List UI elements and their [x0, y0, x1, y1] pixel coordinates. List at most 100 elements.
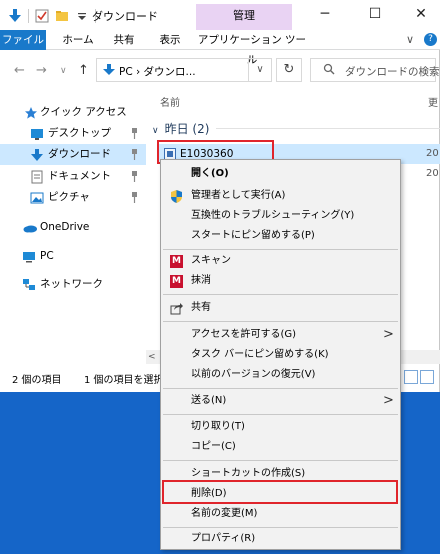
download-folder-icon — [30, 148, 44, 162]
pictures-folder-icon — [30, 191, 44, 205]
menu-item-give-access[interactable]: アクセスを許可する(G) > — [161, 325, 400, 345]
mcafee-icon: M — [170, 275, 183, 288]
menu-separator — [163, 414, 398, 415]
nav-item-pc[interactable]: PC — [0, 246, 146, 267]
documents-folder-icon — [30, 170, 44, 184]
nav-item-downloads[interactable]: ダウンロード — [0, 144, 146, 165]
menu-item-open[interactable]: 開く(O) — [161, 164, 400, 184]
nav-item-quick-access[interactable]: クイック アクセス — [0, 102, 146, 123]
menu-separator — [163, 321, 398, 322]
pin-icon — [130, 187, 139, 213]
download-location-icon — [103, 64, 115, 79]
menu-item-restore-previous-versions[interactable]: 以前のバージョンの復元(V) — [161, 365, 400, 385]
nav-item-network[interactable]: ネットワーク — [0, 274, 146, 295]
menu-item-properties[interactable]: プロパティ(R) — [161, 529, 400, 549]
menu-item-send-to[interactable]: 送る(N) > — [161, 391, 400, 411]
window-title: ダウンロード — [92, 10, 158, 23]
expand-ribbon-button[interactable]: ∨ — [406, 33, 414, 46]
address-bar[interactable]: PC › ダウンロ... — [96, 58, 272, 82]
nav-item-label: ピクチャ — [48, 191, 90, 203]
menu-item-copy[interactable]: コピー(C) — [161, 437, 400, 457]
menu-item-label: 互換性のトラブルシューティング(Y) — [191, 210, 355, 221]
column-header-name[interactable]: 名前 — [160, 94, 180, 109]
network-icon — [22, 278, 36, 292]
download-arrow-icon[interactable] — [8, 9, 22, 23]
nav-item-desktop[interactable]: デスクトップ — [0, 123, 146, 144]
menu-item-troubleshoot-compatibility[interactable]: 互換性のトラブルシューティング(Y) — [161, 206, 400, 226]
selected-count: 1 個の項目を選択 — [84, 375, 160, 386]
file-date: 20 — [426, 148, 439, 159]
menu-item-label: スタートにピン留めする(P) — [191, 230, 315, 241]
address-dropdown-button[interactable]: ∨ — [248, 58, 272, 82]
customize-toolbar-icon[interactable] — [75, 9, 89, 23]
details-view-button[interactable] — [404, 370, 418, 384]
menu-item-label: 管理者として実行(A) — [191, 190, 286, 201]
menu-item-label: 以前のバージョンの復元(V) — [191, 369, 316, 380]
menu-item-run-as-admin[interactable]: 管理者として実行(A) — [161, 186, 400, 206]
nav-item-label: OneDrive — [40, 221, 90, 233]
tab-share[interactable]: 共有 — [104, 30, 144, 50]
column-header-modified[interactable]: 更 — [428, 94, 438, 109]
menu-item-share[interactable]: 共有 — [161, 298, 400, 318]
menu-separator — [163, 294, 398, 295]
menu-separator — [163, 460, 398, 461]
group-header-yesterday[interactable]: ∨ 昨日 (2) — [152, 120, 209, 137]
back-button[interactable]: ← — [14, 63, 25, 78]
tab-home[interactable]: ホーム — [56, 30, 100, 50]
menu-item-pin-to-taskbar[interactable]: タスク バーにピン留めする(K) — [161, 345, 400, 365]
mcafee-icon: M — [170, 255, 183, 268]
recent-locations-button[interactable]: ∨ — [60, 66, 67, 76]
large-icons-view-button[interactable] — [420, 370, 434, 384]
menu-item-cut[interactable]: 切り取り(T) — [161, 417, 400, 437]
menu-item-pin-to-start[interactable]: スタートにピン留めする(P) — [161, 226, 400, 246]
menu-separator — [163, 527, 398, 528]
menu-separator — [163, 249, 398, 250]
search-box[interactable]: ダウンロードの検索 — [310, 58, 440, 82]
nav-item-label: ネットワーク — [40, 278, 103, 290]
nav-item-label: PC — [40, 250, 54, 262]
menu-item-label: プロパティ(R) — [191, 533, 256, 544]
uac-shield-icon — [170, 190, 183, 203]
menu-item-label: 送る(N) — [191, 395, 227, 406]
scroll-left-button[interactable]: < — [148, 350, 156, 364]
submenu-arrow-icon: > — [383, 327, 394, 342]
refresh-button[interactable]: ↻ — [276, 58, 302, 82]
nav-item-documents[interactable]: ドキュメント — [0, 166, 146, 187]
forward-button[interactable]: → — [36, 63, 47, 78]
nav-item-onedrive[interactable]: OneDrive — [0, 217, 146, 238]
nav-item-label: クイック アクセス — [40, 106, 127, 118]
tab-file[interactable]: ファイル — [0, 30, 46, 50]
close-button[interactable]: ✕ — [398, 0, 440, 30]
help-button[interactable]: ? — [424, 33, 437, 46]
menu-item-label: 開く(O) — [191, 168, 229, 179]
search-input[interactable]: ダウンロードの検索 — [345, 64, 440, 79]
menu-separator — [163, 388, 398, 389]
ribbon-tabs: ファイル ホーム 共有 表示 アプリケーション ツール ∨ ? — [0, 30, 440, 66]
star-icon — [24, 106, 38, 120]
menu-item-label: 名前の変更(M) — [191, 508, 258, 519]
group-divider — [216, 128, 440, 129]
item-count: 2 個の項目 — [12, 375, 62, 386]
address-row: ← → ∨ ↑ PC › ダウンロ... ∨ ↻ ダウンロードの検索 — [0, 52, 440, 88]
toolbar-divider — [28, 9, 29, 23]
up-button[interactable]: ↑ — [78, 63, 89, 78]
minimize-button[interactable]: ─ — [302, 0, 348, 30]
new-folder-icon[interactable] — [55, 9, 69, 23]
manage-tab-label: 管理 — [233, 9, 255, 22]
menu-item-shred[interactable]: M 抹消 — [161, 271, 400, 291]
properties-check-icon[interactable] — [35, 9, 49, 23]
menu-item-scan[interactable]: M スキャン — [161, 251, 400, 271]
tab-application-tools[interactable]: アプリケーション ツール — [196, 30, 308, 66]
menu-item-label: 共有 — [191, 302, 211, 313]
address-path[interactable]: PC › ダウンロ... — [119, 64, 196, 79]
quick-access-toolbar — [8, 8, 102, 24]
file-date: 20 — [426, 168, 439, 179]
tab-view[interactable]: 表示 — [148, 30, 192, 50]
menu-item-rename[interactable]: 名前の変更(M) — [161, 504, 400, 524]
nav-item-pictures[interactable]: ピクチャ — [0, 187, 146, 208]
nav-item-label: ドキュメント — [48, 170, 111, 182]
menu-item-label: アクセスを許可する(G) — [191, 329, 297, 340]
tab-manage[interactable]: 管理 — [196, 4, 292, 32]
submenu-arrow-icon: > — [383, 393, 394, 408]
maximize-button[interactable]: ☐ — [352, 0, 398, 30]
